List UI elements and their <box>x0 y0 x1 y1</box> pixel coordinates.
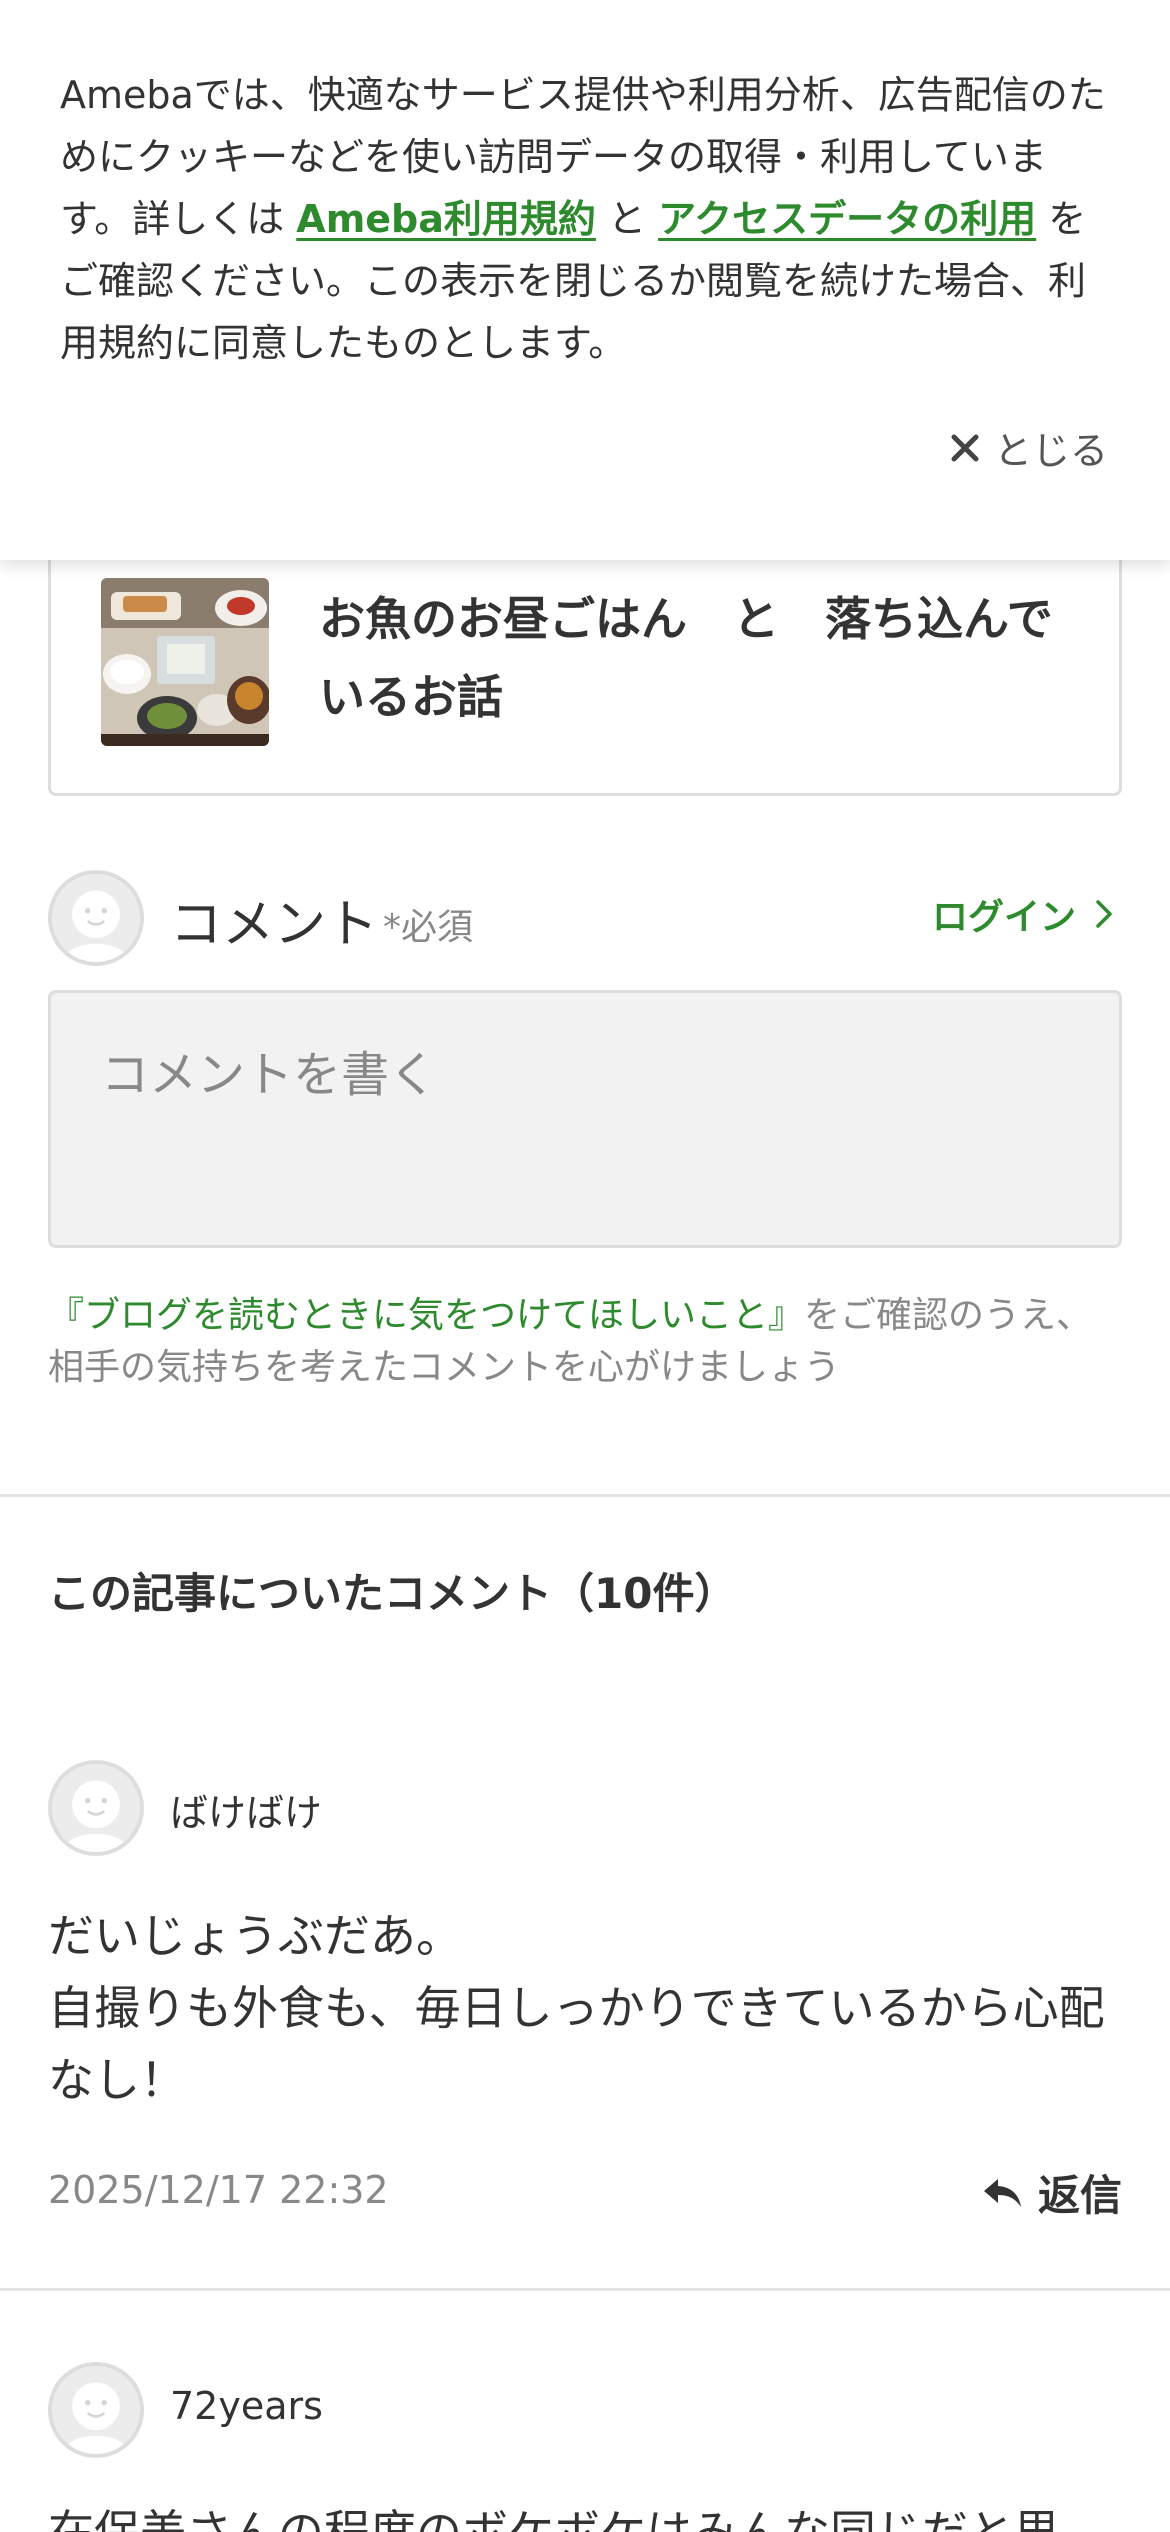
cookie-close-label: とじる <box>993 429 1108 473</box>
guideline-link[interactable]: 『ブログを読むときに気をつけてほしいこと』 <box>48 1295 804 1336</box>
commenter-avatar[interactable] <box>48 2362 144 2458</box>
comment-divider <box>0 2288 1170 2291</box>
cookie-text-part2: と <box>595 197 659 241</box>
commenter-name[interactable]: 72years <box>170 2384 323 2428</box>
comment-textarea[interactable] <box>48 990 1122 1248</box>
reply-label: 返信 <box>1037 2171 1122 2220</box>
reply-icon <box>983 2178 1021 2207</box>
commenter-name[interactable]: ばけばけ <box>170 1782 322 1837</box>
login-link[interactable]: ログイン <box>932 888 1114 940</box>
comments-heading: この記事についたコメント（10件） <box>48 1569 737 1618</box>
article-title: お魚のお昼ごはん と 落ち込んでいるお話 <box>319 592 1053 724</box>
comment-form-label: コメント <box>170 895 379 955</box>
cookie-close-button[interactable]: とじる <box>950 420 1108 475</box>
section-divider <box>0 1494 1170 1497</box>
cookie-notice-text: Amebaでは、快適なサービス提供や利用分析、広告配信のためにクッキーなどを使い… <box>60 64 1110 374</box>
comment-guideline: 『ブログを読むときに気をつけてほしいこと』をご確認のうえ、相手の気持ちを考えたコ… <box>48 1290 1122 1394</box>
required-label: *必須 <box>383 907 474 948</box>
cookie-banner: Amebaでは、快適なサービス提供や利用分析、広告配信のためにクッキーなどを使い… <box>0 0 1170 560</box>
article-thumbnail <box>101 578 269 746</box>
chevron-right-icon <box>1096 900 1112 928</box>
close-icon <box>951 434 979 461</box>
default-avatar-icon <box>52 1764 140 1852</box>
default-avatar-icon <box>52 874 140 962</box>
comment-body: だいじょうぶだあ。 自撮りも外食も、毎日しっかりできているから心配なし！ <box>48 1909 1105 2107</box>
article-card[interactable]: お魚のお昼ごはん と 落ち込んでいるお話 <box>48 540 1122 796</box>
comment-body: 在保美さんの程度のボケボケはみんな同じだと思 <box>48 2505 1060 2532</box>
access-data-link[interactable]: アクセスデータの利用 <box>658 197 1036 241</box>
commenter-avatar[interactable] <box>48 1760 144 1856</box>
terms-link[interactable]: Ameba利用規約 <box>296 197 596 241</box>
login-label: ログイン <box>931 897 1076 938</box>
comment-date: 2025/12/17 22:32 <box>48 2168 389 2212</box>
default-avatar-icon <box>52 2366 140 2454</box>
user-avatar <box>48 870 144 966</box>
reply-button[interactable]: 返信 <box>982 2162 1122 2223</box>
